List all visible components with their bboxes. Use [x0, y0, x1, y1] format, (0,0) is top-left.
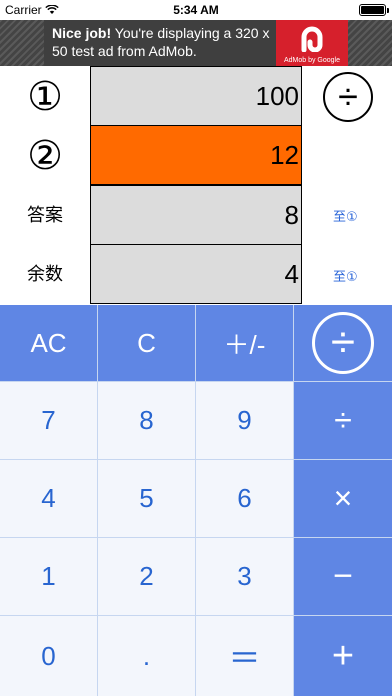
operand2-label: ②	[27, 134, 63, 178]
divide-button[interactable]: ÷	[294, 382, 392, 459]
remainder-field: 4	[90, 244, 302, 304]
battery-icon	[359, 4, 389, 16]
sign-toggle-button[interactable]: ＋/-	[196, 305, 293, 381]
answer-field: 8	[90, 185, 302, 245]
digit-0-button[interactable]: 0	[0, 616, 97, 696]
digit-8-button[interactable]: 8	[98, 382, 195, 459]
clear-button[interactable]: C	[98, 305, 195, 381]
remainder-label: 余数	[27, 264, 63, 284]
digit-6-button[interactable]: 6	[196, 460, 293, 537]
div-mod-button[interactable]: ÷	[294, 305, 392, 381]
multiply-button[interactable]: ×	[294, 460, 392, 537]
ad-text: Nice job! You're displaying a 320 x 50 t…	[52, 24, 274, 60]
digit-9-button[interactable]: 9	[196, 382, 293, 459]
clock: 5:34 AM	[173, 3, 219, 17]
div-mod-icon: ÷	[312, 312, 374, 374]
digit-2-button[interactable]: 2	[98, 538, 195, 615]
digit-4-button[interactable]: 4	[0, 460, 97, 537]
add-button[interactable]: +	[294, 616, 392, 696]
remainder-to-operand1-link[interactable]: 至①	[333, 266, 358, 285]
ad-headline: Nice job!	[52, 25, 112, 41]
keypad: AC C ＋/- ÷ 7 8 9 ÷ 4 5 6 × 1 2 3 − 0 . ＝…	[0, 305, 392, 696]
answer-label: 答案	[27, 205, 63, 225]
equals-button[interactable]: ＝	[196, 616, 293, 696]
answer-to-operand1-link[interactable]: 至①	[333, 206, 358, 225]
operand1-field[interactable]: 100	[90, 66, 302, 126]
status-bar: Carrier 5:34 AM	[0, 0, 392, 20]
digit-7-button[interactable]: 7	[0, 382, 97, 459]
digit-5-button[interactable]: 5	[98, 460, 195, 537]
ad-banner[interactable]: Nice job! You're displaying a 320 x 50 t…	[0, 20, 392, 66]
admob-logo: AdMob by Google	[276, 20, 348, 66]
digit-1-button[interactable]: 1	[0, 538, 97, 615]
operand2-field[interactable]: 12	[90, 125, 302, 185]
admob-icon	[301, 26, 323, 52]
decimal-button[interactable]: .	[98, 616, 195, 696]
ad-pattern-right	[348, 20, 392, 66]
operand1-label: ①	[27, 75, 63, 119]
digit-3-button[interactable]: 3	[196, 538, 293, 615]
ad-pattern-left	[0, 20, 44, 66]
all-clear-button[interactable]: AC	[0, 305, 97, 381]
ad-brand: AdMob by Google	[283, 57, 341, 64]
subtract-button[interactable]: −	[294, 538, 392, 615]
operator-display: ÷	[323, 72, 373, 122]
